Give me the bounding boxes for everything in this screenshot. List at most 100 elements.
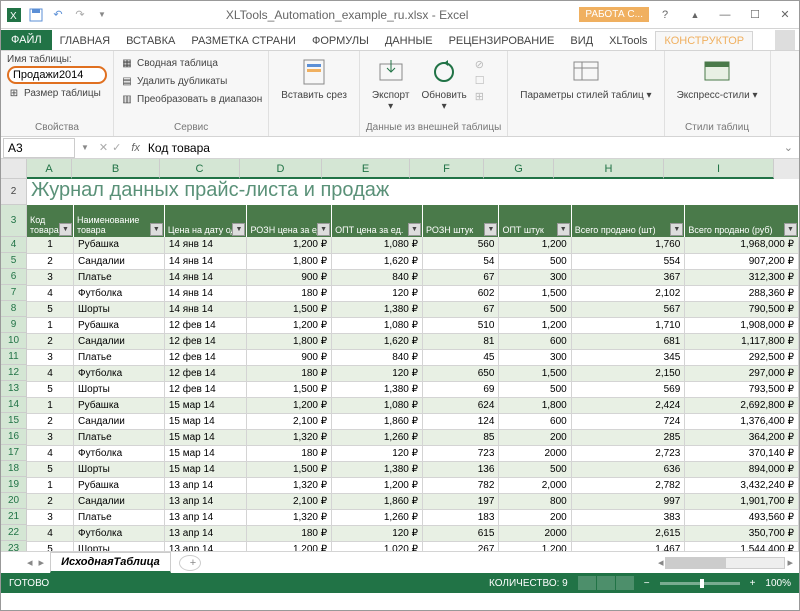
row-header-17[interactable]: 17 bbox=[1, 445, 27, 461]
cell[interactable]: 500 bbox=[499, 253, 571, 269]
cell[interactable]: Платье bbox=[73, 509, 164, 525]
cell[interactable]: Рубашка bbox=[73, 317, 164, 333]
help-icon[interactable]: ? bbox=[651, 5, 679, 25]
table-row[interactable]: 5Шорты15 мар 141,500 ₽1,380 ₽13650063689… bbox=[27, 461, 799, 477]
cell[interactable]: Сандалии bbox=[73, 413, 164, 429]
tab-1[interactable]: ВСТАВКА bbox=[118, 32, 183, 50]
table-header[interactable]: ОПТ цена за ед.▼ bbox=[332, 205, 423, 237]
cell[interactable]: 120 ₽ bbox=[332, 445, 423, 461]
cell[interactable]: 15 мар 14 bbox=[164, 461, 247, 477]
cell[interactable]: 2,100 ₽ bbox=[247, 413, 332, 429]
cell[interactable]: 600 bbox=[499, 413, 571, 429]
cell[interactable]: 285 bbox=[571, 429, 685, 445]
row-header-16[interactable]: 16 bbox=[1, 429, 27, 445]
cell[interactable]: 367 bbox=[571, 269, 685, 285]
cell[interactable]: 500 bbox=[499, 301, 571, 317]
filter-dropdown-6[interactable]: ▼ bbox=[557, 223, 570, 236]
col-header-A[interactable]: A bbox=[27, 159, 72, 179]
row-header-7[interactable]: 7 bbox=[1, 285, 27, 301]
table-header[interactable]: Код товара▼ bbox=[27, 205, 73, 237]
cell[interactable]: 681 bbox=[571, 333, 685, 349]
col-header-C[interactable]: C bbox=[160, 159, 240, 179]
row-header-18[interactable]: 18 bbox=[1, 461, 27, 477]
cell[interactable]: 1,860 ₽ bbox=[332, 413, 423, 429]
hscroll-track[interactable] bbox=[665, 557, 785, 569]
cell[interactable]: 2 bbox=[27, 253, 73, 269]
cell[interactable]: 793,500 ₽ bbox=[685, 381, 799, 397]
cell[interactable]: 569 bbox=[571, 381, 685, 397]
cell[interactable]: Рубашка bbox=[73, 477, 164, 493]
col-header-E[interactable]: E bbox=[322, 159, 410, 179]
cell[interactable]: 1,200 ₽ bbox=[247, 541, 332, 551]
cell[interactable]: Шорты bbox=[73, 461, 164, 477]
cell[interactable]: 2000 bbox=[499, 525, 571, 541]
cell[interactable]: 2,102 bbox=[571, 285, 685, 301]
cell[interactable]: 3 bbox=[27, 429, 73, 445]
cancel-formula-icon[interactable]: ✕ bbox=[99, 141, 108, 154]
cell[interactable]: 1,467 bbox=[571, 541, 685, 551]
convert-range-button[interactable]: ▥Преобразовать в диапазон bbox=[120, 90, 262, 108]
sheet-tab-active[interactable]: ИсходнаяТаблица bbox=[50, 552, 171, 573]
cell[interactable]: 2,692,800 ₽ bbox=[685, 397, 799, 413]
table-header[interactable]: РОЗН цена за ед.▼ bbox=[247, 205, 332, 237]
cell[interactable]: 180 ₽ bbox=[247, 525, 332, 541]
cell[interactable]: 1,760 bbox=[571, 237, 685, 253]
cell[interactable]: 840 ₽ bbox=[332, 269, 423, 285]
cell[interactable]: Рубашка bbox=[73, 237, 164, 253]
cell[interactable]: 1,901,700 ₽ bbox=[685, 493, 799, 509]
cell[interactable]: 567 bbox=[571, 301, 685, 317]
cell[interactable]: 2000 bbox=[499, 445, 571, 461]
table-row[interactable]: 1Рубашка14 янв 141,200 ₽1,080 ₽5601,2001… bbox=[27, 237, 799, 253]
cell[interactable]: 312,300 ₽ bbox=[685, 269, 799, 285]
cell[interactable]: 790,500 ₽ bbox=[685, 301, 799, 317]
cell[interactable]: 54 bbox=[423, 253, 499, 269]
table-header[interactable]: Цена на дату од.▼ bbox=[164, 205, 247, 237]
cell[interactable]: Платье bbox=[73, 269, 164, 285]
cell[interactable]: 1,200 bbox=[499, 317, 571, 333]
cell[interactable]: 12 фев 14 bbox=[164, 333, 247, 349]
row-header-22[interactable]: 22 bbox=[1, 525, 27, 541]
pivot-button[interactable]: ▦Сводная таблица bbox=[120, 54, 262, 72]
cell[interactable]: 1,500 ₽ bbox=[247, 381, 332, 397]
cell[interactable]: 14 янв 14 bbox=[164, 285, 247, 301]
zoom-out-button[interactable]: − bbox=[644, 578, 650, 589]
cell[interactable]: 67 bbox=[423, 269, 499, 285]
zoom-thumb[interactable] bbox=[700, 579, 704, 588]
cell[interactable]: 12 фев 14 bbox=[164, 365, 247, 381]
hscroll-thumb[interactable] bbox=[666, 558, 726, 568]
cell[interactable]: 493,560 ₽ bbox=[685, 509, 799, 525]
cell[interactable]: 4 bbox=[27, 445, 73, 461]
tab-3[interactable]: ФОРМУЛЫ bbox=[304, 32, 377, 50]
col-header-F[interactable]: F bbox=[410, 159, 484, 179]
sheet-prev-icon[interactable]: ◂ bbox=[27, 556, 33, 569]
table-name-input[interactable] bbox=[7, 66, 107, 84]
cell[interactable]: 1,200 ₽ bbox=[247, 317, 332, 333]
col-header-H[interactable]: H bbox=[554, 159, 664, 179]
cell[interactable]: 724 bbox=[571, 413, 685, 429]
cell[interactable]: 1,200 ₽ bbox=[247, 397, 332, 413]
cell[interactable]: 1,380 ₽ bbox=[332, 461, 423, 477]
formula-input[interactable] bbox=[144, 139, 778, 157]
cell[interactable]: 13 апр 14 bbox=[164, 525, 247, 541]
cell[interactable]: 350,700 ₽ bbox=[685, 525, 799, 541]
cell[interactable]: 345 bbox=[571, 349, 685, 365]
cell[interactable]: 120 ₽ bbox=[332, 285, 423, 301]
cell[interactable]: 1,200 ₽ bbox=[332, 477, 423, 493]
cell[interactable]: Платье bbox=[73, 349, 164, 365]
row-header-23[interactable]: 23 bbox=[1, 541, 27, 551]
table-row[interactable]: 5Шорты13 апр 141,200 ₽1,020 ₽2671,2001,4… bbox=[27, 541, 799, 551]
cell[interactable]: 300 bbox=[499, 269, 571, 285]
cell[interactable]: 900 ₽ bbox=[247, 349, 332, 365]
table-row[interactable]: 2Сандалии12 фев 141,800 ₽1,620 ₽81600681… bbox=[27, 333, 799, 349]
cell[interactable]: 600 bbox=[499, 333, 571, 349]
cell[interactable]: 723 bbox=[423, 445, 499, 461]
tab-2[interactable]: РАЗМЕТКА СТРАНИ bbox=[183, 32, 304, 50]
cell[interactable]: 4 bbox=[27, 365, 73, 381]
sheet-title[interactable]: Журнал данных прайс-листа и продаж bbox=[27, 179, 799, 205]
cell[interactable]: 1,908,000 ₽ bbox=[685, 317, 799, 333]
cell[interactable]: 1,080 ₽ bbox=[332, 397, 423, 413]
remove-dup-button[interactable]: ▤Удалить дубликаты bbox=[120, 72, 262, 90]
cell[interactable]: 1,710 bbox=[571, 317, 685, 333]
cell[interactable]: 267 bbox=[423, 541, 499, 551]
cell[interactable]: 2,150 bbox=[571, 365, 685, 381]
